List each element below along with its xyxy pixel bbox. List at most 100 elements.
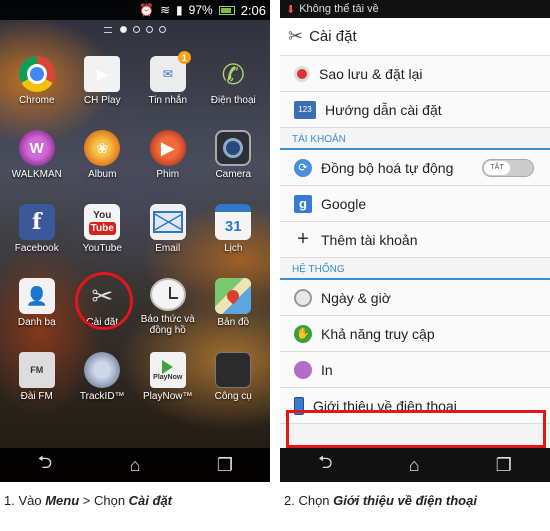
section-header-accounts: TÀI KHOẢN (280, 128, 550, 150)
print-icon (294, 360, 312, 379)
caption-target: Giới thiệu về điện thoại (333, 493, 477, 508)
page-dot[interactable] (120, 26, 127, 33)
app-trackid[interactable]: TrackID™ (70, 352, 136, 410)
settings-row-google[interactable]: g Google (280, 186, 550, 222)
caption-text: 1. Vào (4, 493, 46, 508)
settings-row-label: Thêm tài khoản (321, 231, 418, 248)
trackid-icon (84, 352, 121, 388)
app-calendar[interactable]: 31 Lịch (201, 204, 267, 262)
page-dot[interactable] (146, 26, 153, 33)
settings-row-accessibility[interactable]: ✋ Khả năng truy cập (280, 316, 550, 352)
app-label: Facebook (14, 243, 59, 254)
calendar-icon: 31 (215, 204, 252, 240)
accessibility-icon: ✋ (294, 324, 312, 343)
caption-text: 2. Chọn (284, 493, 334, 508)
app-email[interactable]: Email (135, 204, 201, 262)
back-icon[interactable]: ⮌ (25, 450, 65, 480)
about-phone-highlight-box (286, 410, 546, 448)
app-label: TrackID™ (79, 391, 125, 402)
settings-row-setup-guide[interactable]: 123 Hướng dẫn cài đặt (280, 92, 550, 128)
signal-icon: ▮ (176, 3, 183, 17)
sync-icon: ⟳ (294, 158, 312, 177)
fm-radio-icon: FM (18, 352, 55, 388)
settings-row-label: In (321, 361, 333, 378)
settings-highlight-circle (75, 272, 133, 330)
setup-guide-icon: 123 (294, 100, 316, 119)
app-tools[interactable]: Công cụ (201, 352, 267, 410)
recent-apps-icon[interactable]: ❐ (205, 455, 245, 476)
app-label: CH Play (83, 95, 121, 106)
app-label: Bản đồ (217, 317, 250, 328)
page-dot[interactable] (133, 26, 140, 33)
wifi-icon: ≋ (159, 3, 171, 17)
app-label: Báo thức và đồng hồ (140, 314, 195, 336)
app-label: Danh bạ (17, 317, 56, 328)
notification-text: Không thể tải về (299, 3, 379, 15)
app-grid: Chrome ▶ CH Play ✉ 1 Tin nhắn ✆ Điện thoại W WALK… (4, 51, 267, 410)
tools-icon (215, 352, 252, 388)
recent-apps-icon[interactable]: ❐ (496, 455, 512, 476)
settings-row-add[interactable]: + Thêm tài khoản (280, 222, 550, 258)
settings-row-label: Đồng bộ hoá tự động (321, 159, 454, 176)
clock-time: 2:06 (240, 2, 266, 18)
app-contacts[interactable]: 👤 Danh bạ (4, 278, 70, 336)
alarm-clock-icon (149, 278, 186, 311)
clock-icon (294, 288, 312, 307)
chrome-icon (18, 56, 55, 92)
action-bar[interactable]: ✂ Cài đặt (280, 18, 550, 56)
app-album[interactable]: ❀ Album (70, 130, 136, 188)
settings-row-sync[interactable]: ⟳ Đồng bộ hoá tự động TẮT (280, 150, 550, 186)
app-label: Chrome (18, 95, 55, 106)
phone-icon: ✆ (221, 58, 245, 90)
app-movies[interactable]: ▶ Phim (135, 130, 201, 188)
google-icon: g (294, 194, 312, 213)
app-walkman[interactable]: W WALKMAN (4, 130, 70, 188)
toggle-state: TẮT (484, 160, 510, 175)
app-messages[interactable]: ✉ 1 Tin nhắn (135, 51, 201, 114)
app-play-store[interactable]: ▶ CH Play (70, 56, 136, 114)
email-icon (149, 204, 186, 240)
walkman-icon: W (18, 130, 55, 166)
alarm-icon: ⏰ (139, 3, 154, 17)
app-youtube[interactable]: You Tube YouTube (70, 204, 136, 262)
section-header-system: HỆ THỐNG (280, 258, 550, 280)
album-icon: ❀ (84, 130, 121, 166)
movies-icon: ▶ (149, 130, 186, 166)
settings-row-label: Hướng dẫn cài đặt (325, 101, 442, 118)
back-icon[interactable]: ⮌ (318, 450, 332, 480)
app-label: YouTube (82, 243, 122, 254)
app-label: Phim (156, 169, 180, 180)
app-label: Điện thoại (210, 95, 256, 106)
settings-tools-icon: ✂ (288, 26, 304, 46)
app-fm-radio[interactable]: FM Đài FM (4, 352, 70, 410)
settings-row-print[interactable]: In (280, 352, 550, 388)
app-phone[interactable]: ✆ Điện thoại (201, 56, 267, 114)
page-title: Cài đặt (309, 28, 357, 45)
settings-list: Sao lưu & đặt lại 123 Hướng dẫn cài đặt TÀ… (280, 56, 550, 424)
auto-sync-toggle[interactable]: TẮT (482, 158, 534, 177)
app-camera[interactable]: Camera (201, 130, 267, 188)
settings-row-clock[interactable]: Ngày & giờ (280, 280, 550, 316)
app-alarm-clock[interactable]: Báo thức và đồng hồ (135, 278, 201, 336)
app-chrome[interactable]: Chrome (4, 56, 70, 114)
menu-lines-icon[interactable] (104, 26, 112, 33)
settings-row-backup[interactable]: Sao lưu & đặt lại (280, 56, 550, 92)
settings-row-label: Sao lưu & đặt lại (319, 65, 423, 82)
app-maps[interactable]: Bản đồ (201, 278, 267, 336)
unread-badge: 1 (177, 51, 191, 64)
battery-percent: 97% (188, 3, 213, 17)
settings-row-label: Khả năng truy cập (321, 325, 435, 342)
home-icon[interactable]: ⌂ (409, 455, 420, 476)
add-icon: + (297, 228, 309, 250)
app-playnow[interactable]: PlayNow PlayNow™ (135, 352, 201, 410)
app-facebook[interactable]: f Facebook (4, 204, 70, 262)
home-icon[interactable]: ⌂ (115, 455, 155, 476)
download-failed-icon: ⬇ (286, 3, 296, 16)
page-dot[interactable] (159, 26, 166, 33)
backup-icon (294, 65, 310, 82)
battery-icon (218, 5, 235, 15)
app-label: WALKMAN (11, 169, 62, 180)
page-indicator[interactable] (0, 26, 270, 33)
step-2-caption: 2. Chọn Giới thiệu về điện thoại (284, 493, 477, 508)
status-bar: ⬇ Không thể tải về (280, 0, 550, 18)
